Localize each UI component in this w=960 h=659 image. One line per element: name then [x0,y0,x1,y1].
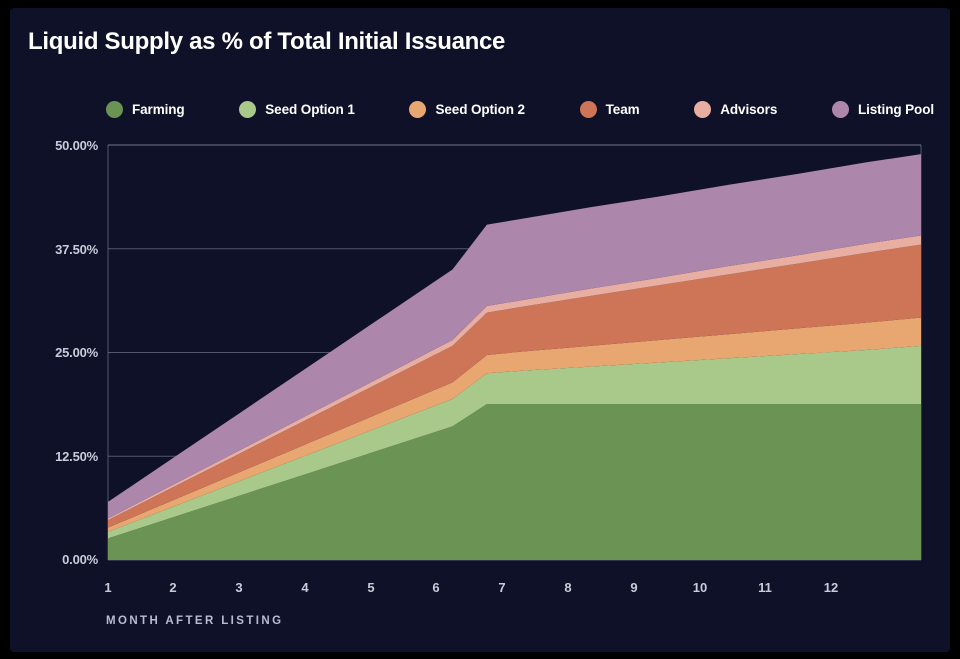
chart-plot-area: 50.00% 37.50% 25.00% 12.50% 0.00% 1 2 3 … [10,8,950,652]
x-tick-label: 3 [235,580,243,595]
x-tick-label: 8 [564,580,572,595]
x-tick-label: 11 [758,580,772,595]
y-tick-label: 25.00% [55,345,98,360]
x-tick-label: 10 [692,580,708,595]
x-tick-label: 7 [498,580,506,595]
x-axis-title: MONTH AFTER LISTING [106,615,284,627]
y-tick-label: 12.50% [55,449,98,464]
y-tick-label: 37.50% [55,242,98,257]
x-tick-label: 5 [367,580,375,595]
chart-card: Liquid Supply as % of Total Initial Issu… [10,8,950,652]
stacked-area-chart [107,144,922,561]
y-tick-label: 50.00% [55,138,98,153]
x-tick-label: 4 [301,580,309,595]
x-tick-label: 12 [823,580,839,595]
x-tick-label: 2 [169,580,177,595]
y-tick-label: 0.00% [62,552,98,567]
x-tick-label: 9 [630,580,638,595]
x-tick-label: 6 [432,580,440,595]
x-tick-label: 1 [104,580,112,595]
